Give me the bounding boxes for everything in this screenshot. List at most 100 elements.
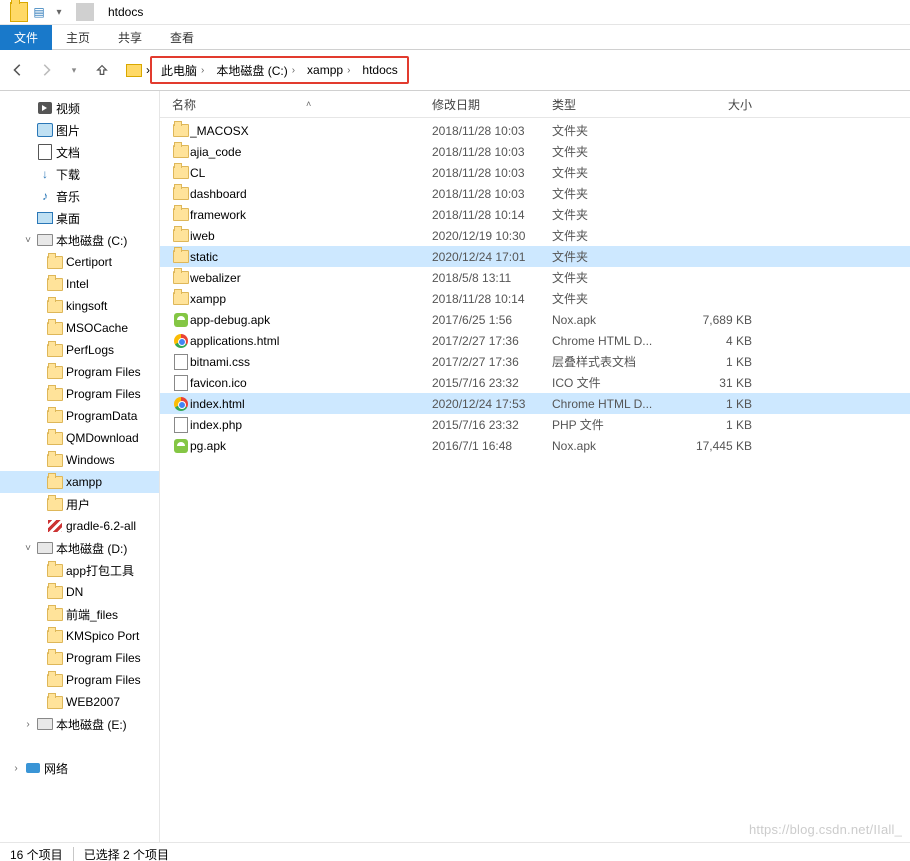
nav-item-label: Program Files — [64, 387, 141, 401]
nav-forward-button[interactable] — [34, 58, 58, 82]
folder-icon — [46, 608, 64, 621]
nav-item-label: KMSpico Port — [64, 629, 139, 643]
nav-item[interactable]: Windows — [0, 449, 159, 471]
file-row[interactable]: ajia_code2018/11/28 10:03文件夹 — [160, 141, 910, 162]
file-row[interactable]: bitnami.css2017/2/27 17:36层叠样式表文档1 KB — [160, 351, 910, 372]
nav-pane[interactable]: 视频图片文档↓下载♪音乐桌面˅本地磁盘 (C:)CertiportIntelki… — [0, 91, 160, 842]
chevron-right-icon[interactable]: › — [201, 65, 204, 76]
header-size[interactable]: 大小 — [672, 96, 758, 113]
tab-share[interactable]: 共享 — [104, 25, 156, 50]
nav-item[interactable]: 前端_files — [0, 603, 159, 625]
file-row[interactable]: webalizer2018/5/8 13:11文件夹 — [160, 267, 910, 288]
file-row[interactable]: favicon.ico2015/7/16 23:32ICO 文件31 KB — [160, 372, 910, 393]
header-type[interactable]: 类型 — [552, 96, 672, 113]
header-date[interactable]: 修改日期 — [432, 96, 552, 113]
file-row[interactable]: dashboard2018/11/28 10:03文件夹 — [160, 183, 910, 204]
nav-item[interactable]: 文档 — [0, 141, 159, 163]
file-row[interactable]: pg.apk2016/7/1 16:48Nox.apk17,445 KB — [160, 435, 910, 456]
file-list[interactable]: _MACOSX2018/11/28 10:03文件夹ajia_code2018/… — [160, 118, 910, 842]
chevron-right-icon[interactable]: › — [347, 65, 350, 76]
folder-icon — [46, 652, 64, 665]
file-row[interactable]: _MACOSX2018/11/28 10:03文件夹 — [160, 120, 910, 141]
file-type: 文件夹 — [552, 248, 672, 265]
file-size: 7,689 KB — [672, 313, 758, 327]
nav-item[interactable]: ˅本地磁盘 (D:) — [0, 537, 159, 559]
tab-home[interactable]: 主页 — [52, 25, 104, 50]
file-date: 2018/11/28 10:03 — [432, 124, 552, 138]
header-name[interactable]: 名称 ˄ — [160, 96, 432, 113]
breadcrumb[interactable]: › 此电脑 › 本地磁盘 (C:) › xampp › htdocs — [122, 58, 904, 82]
folder-icon — [46, 498, 64, 511]
file-size: 4 KB — [672, 334, 758, 348]
nav-item[interactable]: kingsoft — [0, 295, 159, 317]
desktop-icon — [36, 212, 54, 224]
nav-item[interactable]: Program Files — [0, 383, 159, 405]
tab-view[interactable]: 查看 — [156, 25, 208, 50]
divider — [73, 847, 74, 861]
folder-icon — [46, 344, 64, 357]
nav-item[interactable]: app打包工具 — [0, 559, 159, 581]
nav-item[interactable]: 视频 — [0, 97, 159, 119]
nav-item[interactable]: ›网络 — [0, 757, 159, 779]
file-row[interactable]: index.html2020/12/24 17:53Chrome HTML D.… — [160, 393, 910, 414]
status-item-count: 16 个项目 — [10, 846, 63, 861]
nav-item[interactable]: ↓下载 — [0, 163, 159, 185]
file-row[interactable]: index.php2015/7/16 23:32PHP 文件1 KB — [160, 414, 910, 435]
crumb-drive-c[interactable]: 本地磁盘 (C:) › — [210, 62, 301, 79]
nav-recent-dropdown[interactable]: ▾ — [62, 58, 86, 82]
crumb-this-pc[interactable]: 此电脑 › — [155, 62, 210, 79]
nav-item[interactable]: WEB2007 — [0, 691, 159, 713]
file-row[interactable]: xampp2018/11/28 10:14文件夹 — [160, 288, 910, 309]
nav-item[interactable]: Intel — [0, 273, 159, 295]
php-icon — [172, 417, 190, 433]
file-row[interactable]: iweb2020/12/19 10:30文件夹 — [160, 225, 910, 246]
tab-file[interactable]: 文件 — [0, 25, 52, 50]
nav-item[interactable]: Program Files — [0, 361, 159, 383]
nav-item[interactable]: ♪音乐 — [0, 185, 159, 207]
expander-right-icon[interactable]: › — [10, 763, 22, 774]
doc-icon — [36, 144, 54, 160]
chrome-icon — [172, 397, 190, 411]
nav-back-button[interactable] — [6, 58, 30, 82]
nav-item[interactable]: MSOCache — [0, 317, 159, 339]
file-row[interactable]: applications.html2017/2/27 17:36Chrome H… — [160, 330, 910, 351]
crumb-xampp[interactable]: xampp › — [301, 63, 356, 77]
nav-item[interactable]: 桌面 — [0, 207, 159, 229]
nav-item[interactable]: DN — [0, 581, 159, 603]
file-type: Nox.apk — [552, 313, 672, 327]
nav-item[interactable]: 图片 — [0, 119, 159, 141]
nav-item[interactable]: Program Files — [0, 647, 159, 669]
nav-item[interactable]: QMDownload — [0, 427, 159, 449]
chevron-right-icon[interactable]: › — [292, 65, 295, 76]
nav-item[interactable]: ProgramData — [0, 405, 159, 427]
file-row[interactable]: static2020/12/24 17:01文件夹 — [160, 246, 910, 267]
file-row[interactable]: CL2018/11/28 10:03文件夹 — [160, 162, 910, 183]
crumb-htdocs[interactable]: htdocs — [356, 63, 403, 77]
expander-down-icon[interactable]: ˅ — [22, 543, 34, 554]
nav-item[interactable]: gradle-6.2-all — [0, 515, 159, 537]
file-name: webalizer — [190, 271, 432, 285]
file-row[interactable]: framework2018/11/28 10:14文件夹 — [160, 204, 910, 225]
nav-item[interactable]: KMSpico Port — [0, 625, 159, 647]
file-date: 2017/2/27 17:36 — [432, 334, 552, 348]
nav-item[interactable]: Certiport — [0, 251, 159, 273]
nav-item[interactable]: ›本地磁盘 (E:) — [0, 713, 159, 735]
qat-dropdown-icon[interactable]: ▾ — [50, 3, 68, 21]
nav-item[interactable]: Program Files — [0, 669, 159, 691]
breadcrumb-folder-icon — [122, 64, 146, 77]
nav-item[interactable]: PerfLogs — [0, 339, 159, 361]
folder-icon — [46, 366, 64, 379]
file-row[interactable]: app-debug.apk2017/6/25 1:56Nox.apk7,689 … — [160, 309, 910, 330]
expander-right-icon[interactable]: › — [22, 719, 34, 730]
nav-item-label: Windows — [64, 453, 115, 467]
nav-item[interactable]: 用户 — [0, 493, 159, 515]
expander-down-icon[interactable]: ˅ — [22, 235, 34, 246]
ribbon-tabs: 文件 主页 共享 查看 — [0, 25, 910, 50]
qat-save-icon[interactable]: ▤ — [30, 3, 48, 21]
nav-item[interactable]: xampp — [0, 471, 159, 493]
file-date: 2016/7/1 16:48 — [432, 439, 552, 453]
nav-item[interactable]: ˅本地磁盘 (C:) — [0, 229, 159, 251]
folder-icon — [46, 278, 64, 291]
nav-up-button[interactable] — [90, 58, 114, 82]
file-date: 2018/11/28 10:03 — [432, 145, 552, 159]
